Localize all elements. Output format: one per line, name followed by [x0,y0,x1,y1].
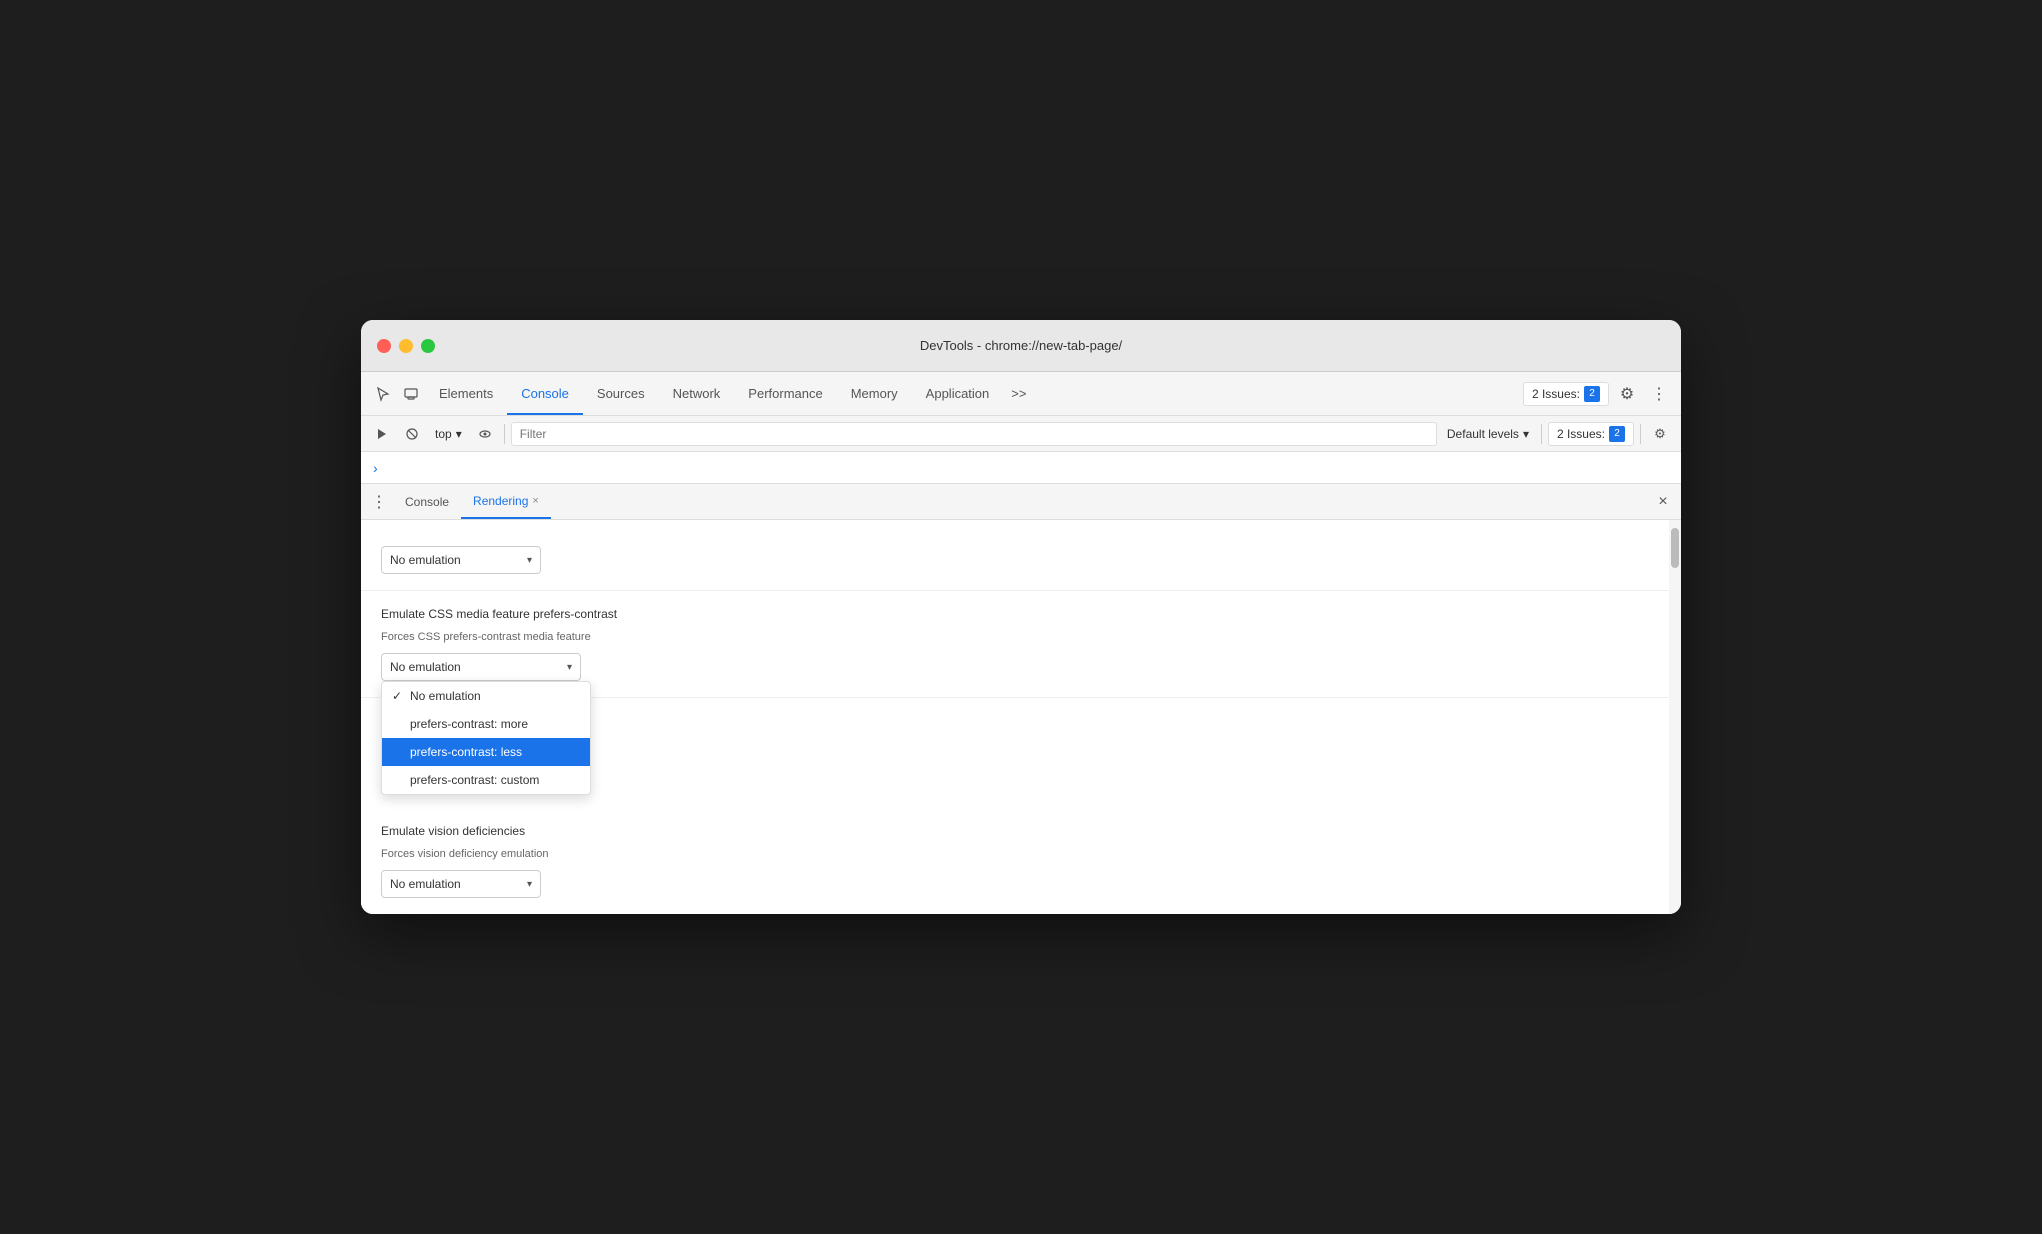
block-icon[interactable] [399,421,425,447]
prefers-contrast-dropdown-arrow-icon: ▾ [567,662,572,673]
dropdown-option-less[interactable]: prefers-contrast: less [382,738,590,766]
prefers-contrast-section: Emulate CSS media feature prefers-contra… [361,591,1669,698]
scrollbar[interactable] [1669,520,1681,914]
device-toggle-icon[interactable] [397,380,425,408]
tab-elements[interactable]: Elements [425,372,507,415]
close-panel-icon[interactable]: × [1653,492,1673,512]
dropdown-option-no-emulation[interactable]: No emulation [382,682,590,710]
console-prompt-area: › [361,452,1681,484]
tab-network[interactable]: Network [659,372,735,415]
close-button[interactable] [377,339,391,353]
vision-deficiency-description: Forces vision deficiency emulation [381,848,1649,860]
rendering-panel-content: No emulation ▾ Emulate CSS media feature… [361,520,1681,914]
default-levels-label: Default levels [1447,427,1519,441]
section-above: No emulation ▾ [361,520,1669,591]
minimize-button[interactable] [399,339,413,353]
issues-badge-console[interactable]: 2 Issues: 2 [1548,422,1634,446]
vision-deficiency-label: Emulate vision deficiencies [381,824,1649,838]
window-title: DevTools - chrome://new-tab-page/ [920,338,1122,353]
panel-tab-rendering[interactable]: Rendering × [461,484,551,519]
divider2 [1541,424,1542,444]
prefers-contrast-dropdown-value: No emulation [390,660,461,674]
divider [504,424,505,444]
prompt-chevron-icon: › [373,460,378,476]
filter-input[interactable] [511,422,1437,446]
settings-icon[interactable]: ⚙ [1613,380,1641,408]
tab-list: Elements Console Sources Network Perform… [425,372,1523,415]
play-icon[interactable] [369,421,395,447]
default-levels-selector[interactable]: Default levels ▾ [1441,425,1535,443]
prefers-contrast-dropdown[interactable]: No emulation ▾ [381,653,581,681]
issues-icon: 2 [1584,386,1600,402]
tab-memory[interactable]: Memory [837,372,912,415]
bottom-panel-header: ⋮ Console Rendering × × [361,484,1681,520]
vision-deficiency-dropdown[interactable]: No emulation ▾ [381,870,541,898]
console-settings-icon[interactable]: ⚙ [1647,421,1673,447]
prefers-contrast-description: Forces CSS prefers-contrast media featur… [381,631,1649,643]
above-dropdown-arrow-icon: ▾ [527,555,532,566]
context-selector[interactable]: top ▾ [429,425,468,443]
maximize-button[interactable] [421,339,435,353]
issues-badge[interactable]: 2 Issues: 2 [1523,382,1609,406]
tab-sources[interactable]: Sources [583,372,659,415]
prefers-contrast-dropdown-container: No emulation ▾ No emulation prefers-cont… [381,643,581,681]
tab-performance[interactable]: Performance [734,372,836,415]
dropdown-option-more[interactable]: prefers-contrast: more [382,710,590,738]
vision-deficiency-dropdown-arrow-icon: ▾ [527,879,532,890]
prefers-contrast-dropdown-menu: No emulation prefers-contrast: more pref… [381,681,591,795]
above-dropdown-value: No emulation [390,553,461,567]
above-dropdown[interactable]: No emulation ▾ [381,546,541,574]
dropdown-option-custom[interactable]: prefers-contrast: custom [382,766,590,794]
title-bar: DevTools - chrome://new-tab-page/ [361,320,1681,372]
tab-console[interactable]: Console [507,372,583,415]
chevron-down-icon-levels: ▾ [1523,427,1529,441]
prefers-contrast-label: Emulate CSS media feature prefers-contra… [381,607,1649,621]
more-options-icon[interactable]: ⋮ [1645,380,1673,408]
bottom-panel: ⋮ Console Rendering × × No emulation ▾ [361,484,1681,914]
tab-bar-right: 2 Issues: 2 ⚙ ⋮ [1523,380,1673,408]
devtools-window: DevTools - chrome://new-tab-page/ Elemen… [361,320,1681,914]
panel-menu-icon[interactable]: ⋮ [369,492,389,512]
tab-bar: Elements Console Sources Network Perform… [361,372,1681,416]
chevron-down-icon: ▾ [456,427,462,441]
traffic-lights [377,339,435,353]
cursor-icon[interactable] [369,380,397,408]
scroll-area: No emulation ▾ Emulate CSS media feature… [361,520,1681,914]
issues-label-console: 2 Issues: [1557,427,1605,441]
vision-deficiency-section: Emulate vision deficiencies Forces visio… [361,808,1669,914]
scrollbar-thumb[interactable] [1671,528,1679,568]
context-label: top [435,427,452,441]
rendering-sections: No emulation ▾ Emulate CSS media feature… [361,520,1681,914]
more-tabs-button[interactable]: >> [1003,386,1034,401]
vision-deficiency-dropdown-value: No emulation [390,877,461,891]
divider3 [1640,424,1641,444]
panel-tab-console[interactable]: Console [393,484,461,519]
console-toolbar: top ▾ Default levels ▾ 2 Issues: 2 ⚙ [361,416,1681,452]
issues-label: 2 Issues: [1532,387,1580,401]
tab-application[interactable]: Application [912,372,1004,415]
rendering-tab-close-icon[interactable]: × [532,495,538,507]
eye-icon[interactable] [472,421,498,447]
issues-icon-console: 2 [1609,426,1625,442]
